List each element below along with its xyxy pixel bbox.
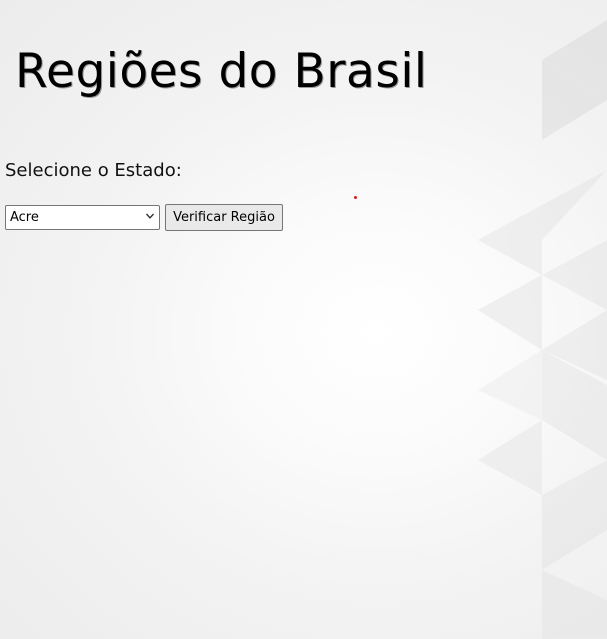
page-title: Regiões do Brasil: [15, 44, 428, 99]
state-select-label: Selecione o Estado:: [5, 160, 182, 181]
chevron-down-icon: [145, 210, 155, 225]
state-select[interactable]: Acre: [5, 205, 160, 230]
state-select-value: Acre: [10, 210, 39, 225]
verify-region-button[interactable]: Verificar Região: [165, 204, 283, 231]
red-dot-marker: [354, 196, 357, 199]
